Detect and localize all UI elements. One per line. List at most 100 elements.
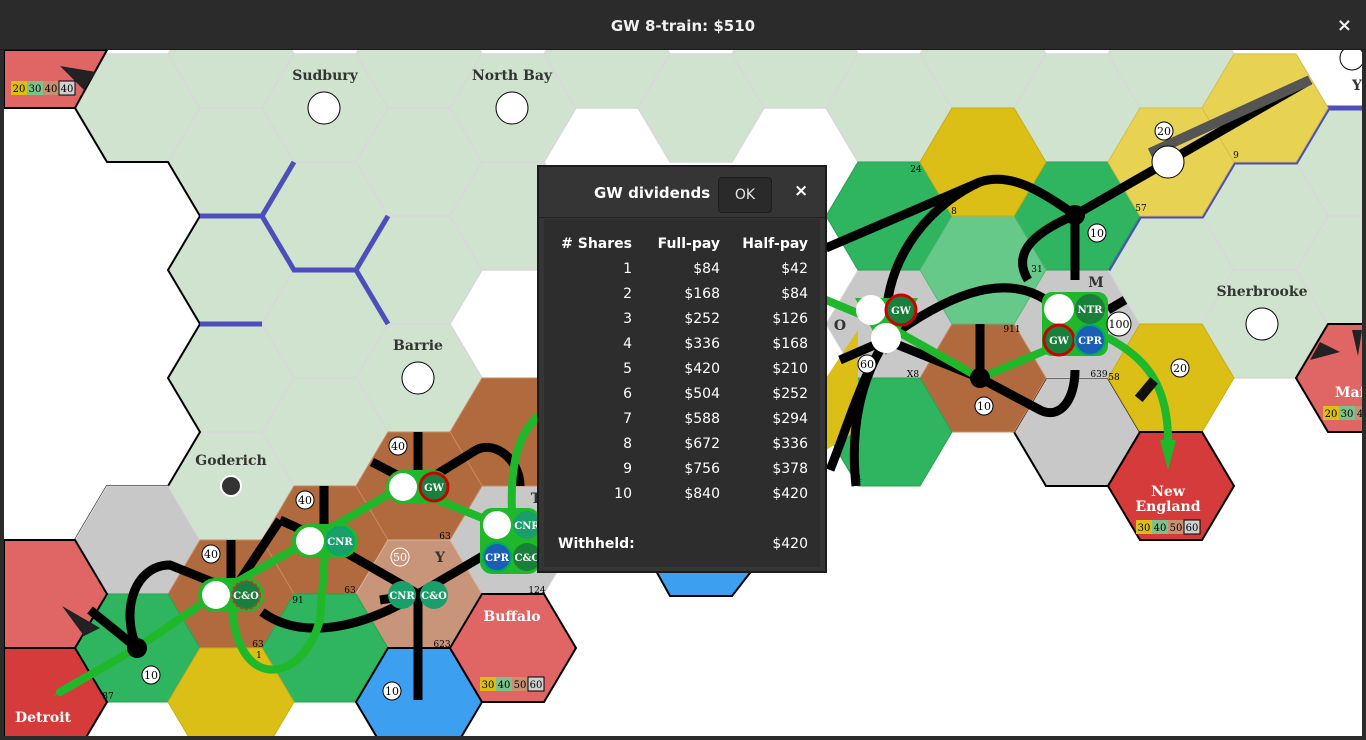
city-label-barrie: Barrie [393,338,443,354]
svg-text:GW: GW [891,306,912,317]
svg-text:30: 30 [1341,409,1354,420]
cell-shares: 1 [623,261,632,277]
city-label-buffalo: Buffalo [483,609,540,625]
hex-label-o: O [834,318,846,334]
window-titlebar: GW 8-train: $510 × [0,0,1366,50]
svg-text:40: 40 [298,494,312,507]
svg-text:CNR: CNR [389,591,415,602]
dividends-dialog: GW dividends OK × # Shares Full-pay Half… [537,165,827,573]
window-close-button[interactable]: × [1337,0,1352,50]
cell-half-pay: $126 [772,311,808,327]
dialog-header: GW dividends OK × [539,167,825,218]
city-label-new-england-2: England [1136,499,1201,515]
svg-text:30: 30 [482,680,495,691]
svg-text:10: 10 [144,669,158,682]
svg-text:50: 50 [514,680,527,691]
svg-text:10: 10 [977,400,991,413]
svg-text:40: 40 [204,548,218,561]
cell-shares: 2 [623,286,632,302]
cell-shares: 5 [623,361,632,377]
dialog-title: GW dividends [594,184,711,202]
svg-text:10: 10 [385,685,399,698]
token-cno-label: C&O [233,591,259,602]
table-row: 6 $504 $252 [560,383,808,408]
svg-text:X8: X8 [907,370,919,380]
cell-half-pay: $336 [772,436,808,452]
cell-full-pay: $672 [684,436,720,452]
window-frame-right [1362,50,1366,740]
svg-text:63: 63 [252,640,264,650]
cell-full-pay: $420 [684,361,720,377]
svg-text:20: 20 [13,84,26,95]
svg-text:63: 63 [344,586,356,596]
hex-label-m: M [1088,275,1104,291]
cell-shares: 9 [623,461,632,477]
svg-text:20: 20 [1325,409,1338,420]
city-label-north-bay: North Bay [472,68,553,84]
table-row: 7 $588 $294 [560,408,808,433]
table-spacer [560,508,808,533]
svg-text:639: 639 [1090,370,1107,380]
cell-half-pay: $210 [772,361,808,377]
svg-text:30: 30 [1138,523,1151,534]
svg-text:50: 50 [393,551,407,564]
cell-full-pay: $588 [684,411,720,427]
svg-text:CPR: CPR [485,553,509,564]
svg-text:9: 9 [1233,151,1239,161]
cell-half-pay: $168 [772,336,808,352]
token-gw-label: GW [424,483,445,494]
svg-text:31: 31 [1031,265,1042,275]
city-label-maine: Mai [1335,385,1362,401]
svg-text:911: 911 [1003,325,1020,335]
cell-full-pay: $336 [684,336,720,352]
city-label-new-england-1: New [1151,484,1186,500]
city-label-sudbury: Sudbury [292,68,358,84]
cell-half-pay: $42 [781,261,808,277]
table-row: 8 $672 $336 [560,433,808,458]
cell-shares: 3 [623,311,632,327]
cell-shares: 7 [623,411,632,427]
svg-text:NTR: NTR [1078,305,1104,316]
svg-text:91: 91 [292,596,303,606]
svg-text:60: 60 [530,680,543,691]
cell-full-pay: $168 [684,286,720,302]
ok-button[interactable]: OK [718,177,772,213]
cell-shares: 10 [614,486,632,502]
svg-text:40: 40 [498,680,511,691]
cell-full-pay: $756 [684,461,720,477]
svg-text:40: 40 [45,84,58,95]
cell-shares: 8 [623,436,632,452]
svg-text:CPR: CPR [1078,336,1102,347]
svg-text:87: 87 [102,692,114,702]
offboard-values-new-england: 30 40 50 60 [1136,519,1201,535]
svg-text:40: 40 [61,84,74,95]
svg-text:124: 124 [528,586,545,596]
table-row: 1 $84 $42 [560,258,808,283]
svg-text:C&C: C&C [515,553,540,564]
svg-text:C&O: C&O [421,591,447,602]
station-cluster-gw-1: GW [386,470,450,504]
svg-text:60: 60 [1186,523,1199,534]
dialog-close-button[interactable]: × [794,181,808,201]
header-shares: # Shares [561,236,632,252]
svg-text:60: 60 [860,358,874,371]
cell-half-pay: $420 [772,486,808,502]
svg-text:4: 4 [1357,409,1362,420]
svg-text:1: 1 [256,651,262,661]
offboard-values-buffalo: 30 40 50 60 [480,676,545,692]
station-cluster-cnr-1: CNR [292,524,358,558]
withheld-label: Withheld: [558,536,635,552]
svg-text:GW: GW [1049,336,1070,347]
cell-half-pay: $294 [772,411,808,427]
city-label-detroit: Detroit [15,710,72,726]
cell-half-pay: $252 [772,386,808,402]
withheld-value: $420 [772,536,808,552]
cell-shares: 6 [623,386,632,402]
token-cnr-label: CNR [327,537,353,548]
withheld-row: Withheld: $420 [558,533,808,558]
station-cluster-toronto: CNR CPR C&C [480,508,541,574]
city-label-goderich: Goderich [195,453,266,469]
svg-text:50: 50 [1170,523,1183,534]
svg-text:24: 24 [910,165,922,175]
hex-label-y: Y [434,550,446,566]
